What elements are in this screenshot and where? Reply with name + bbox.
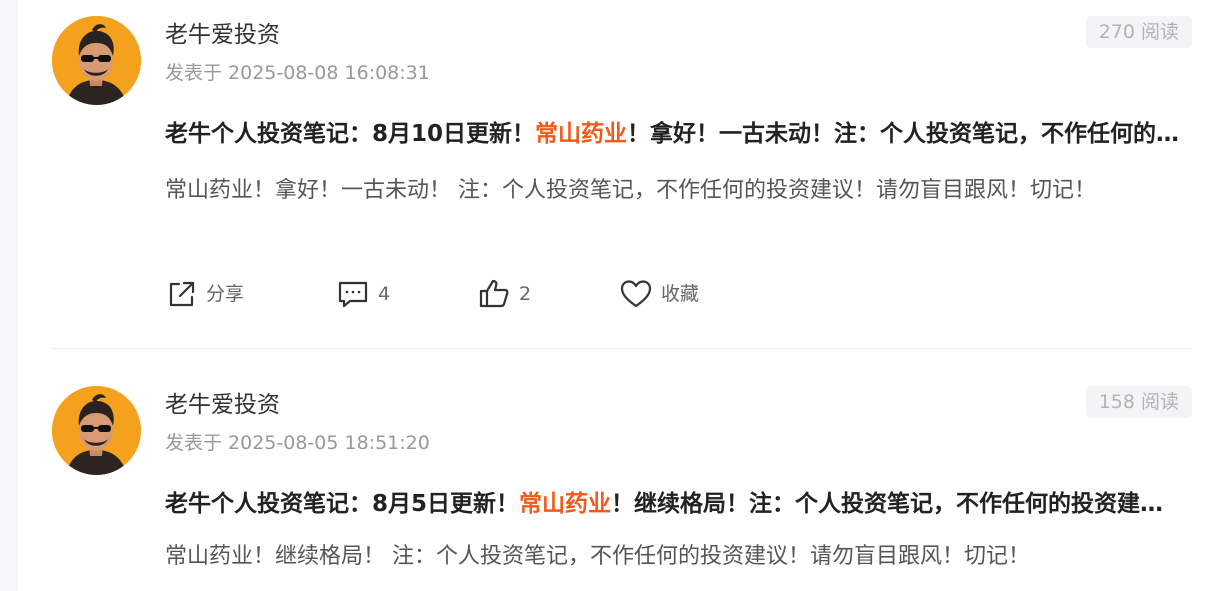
like-button[interactable]: 2 <box>478 278 531 310</box>
post-summary[interactable]: 常山药业！继续格局！ 注：个人投资笔记，不作任何的投资建议！请勿盲目跟风！切记！ <box>165 537 1193 577</box>
title-highlight[interactable]: 常山药业 <box>535 121 627 147</box>
thumbs-up-icon <box>478 278 510 310</box>
title-text: 老牛个人投资笔记：8月10日更新！ <box>165 121 536 147</box>
post-title[interactable]: 老牛个人投资笔记：8月5日更新！常山药业！继续格局！注：个人投资笔记，不作任何的… <box>165 487 1185 521</box>
author-name[interactable]: 老牛爱投资 <box>165 390 280 420</box>
title-text-rest: ！继续格局！注：个人投资笔记，不作任何的投资建议！请勿盲目跟风！切记！ <box>611 491 1185 517</box>
avatar[interactable] <box>52 16 141 105</box>
title-text: 老牛个人投资笔记：8月5日更新！ <box>165 491 520 517</box>
post-summary[interactable]: 常山药业！拿好！一古未动！ 注：个人投资笔记，不作任何的投资建议！请勿盲目跟风！… <box>165 171 1193 211</box>
share-button[interactable]: 分享 <box>165 278 244 310</box>
favorite-label: 收藏 <box>661 283 700 305</box>
post-actions: 分享 4 2 收藏 <box>165 278 765 310</box>
comment-icon <box>337 278 369 310</box>
like-count: 2 <box>519 283 532 305</box>
comment-count: 4 <box>378 283 391 305</box>
publish-time: 发表于 2025-08-08 16:08:31 <box>165 62 430 84</box>
title-text-rest: ！拿好！一古未动！注：个人投资笔记，不作任何的投资建议！请勿盲目跟风！切记！ <box>627 121 1185 147</box>
avatar[interactable] <box>52 386 141 475</box>
post-divider <box>52 348 1192 349</box>
author-name[interactable]: 老牛爱投资 <box>165 20 280 50</box>
comment-button[interactable]: 4 <box>337 278 390 310</box>
title-highlight[interactable]: 常山药业 <box>519 491 611 517</box>
favorite-button[interactable]: 收藏 <box>620 278 699 310</box>
read-count-badge: 158 阅读 <box>1085 386 1192 418</box>
share-icon <box>165 278 197 310</box>
publish-time: 发表于 2025-08-05 18:51:20 <box>165 432 430 454</box>
left-rail <box>0 0 18 591</box>
post-title[interactable]: 老牛个人投资笔记：8月10日更新！常山药业！拿好！一古未动！注：个人投资笔记，不… <box>165 117 1185 151</box>
share-label: 分享 <box>206 283 245 305</box>
heart-icon <box>620 278 652 310</box>
read-count-badge: 270 阅读 <box>1085 16 1192 48</box>
